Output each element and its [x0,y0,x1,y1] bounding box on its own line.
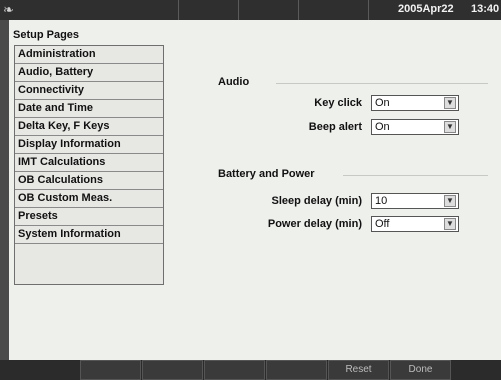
audio-group-divider [276,83,488,84]
setup-item-delta-key[interactable]: Delta Key, F Keys [15,118,163,136]
app-swirl-icon: ❧ [3,2,14,17]
reset-button[interactable]: Reset [328,360,389,380]
setup-item-ob-calculations[interactable]: OB Calculations [15,172,163,190]
setup-item-imt-calculations[interactable]: IMT Calculations [15,154,163,172]
sleep-delay-label: Sleep delay (min) [271,195,362,207]
sleep-delay-value: 10 [375,195,388,207]
setup-item-display-information[interactable]: Display Information [15,136,163,154]
setup-item-connectivity[interactable]: Connectivity [15,82,163,100]
power-delay-dropdown[interactable]: Off ▼ [371,216,459,232]
status-time: 13:40 [471,3,500,15]
audio-group-title: Audio [218,76,250,88]
sleep-delay-dropdown[interactable]: 10 ▼ [371,193,459,209]
setup-item-system-information[interactable]: System Information [15,226,163,244]
beep-alert-label: Beep alert [308,121,362,133]
chevron-down-icon[interactable]: ▼ [444,97,456,109]
battery-group-title: Battery and Power [218,168,315,180]
status-segment [178,0,238,20]
status-segment [238,0,298,20]
key-click-label: Key click [314,97,362,109]
soft-key-3[interactable] [204,360,265,380]
battery-group-divider [343,175,488,176]
done-button[interactable]: Done [390,360,451,380]
soft-key-1[interactable] [80,360,141,380]
setup-item-audio-battery[interactable]: Audio, Battery [15,64,163,82]
key-click-dropdown[interactable]: On ▼ [371,95,459,111]
chevron-down-icon[interactable]: ▼ [444,121,456,133]
chevron-down-icon[interactable]: ▼ [444,218,456,230]
setup-item-presets[interactable]: Presets [15,208,163,226]
beep-alert-value: On [375,121,390,133]
power-delay-label: Power delay (min) [267,218,362,230]
chevron-down-icon[interactable]: ▼ [444,195,456,207]
soft-key-bar: Reset Done [0,360,501,380]
setup-pages-title: Setup Pages [13,29,80,41]
key-click-value: On [375,97,390,109]
setup-item-date-time[interactable]: Date and Time [15,100,163,118]
power-delay-value: Off [375,218,390,230]
setup-pages-list: Administration Audio, Battery Connectivi… [14,45,164,285]
setup-item-administration[interactable]: Administration [15,46,163,64]
setup-item-ob-custom-meas[interactable]: OB Custom Meas. [15,190,163,208]
status-date: 2005Apr22 [398,3,454,15]
beep-alert-dropdown[interactable]: On ▼ [371,119,459,135]
soft-key-2[interactable] [142,360,203,380]
status-segment [298,0,368,20]
status-bar: ❧ 2005Apr22 13:40 [0,0,501,20]
soft-key-4[interactable] [266,360,327,380]
